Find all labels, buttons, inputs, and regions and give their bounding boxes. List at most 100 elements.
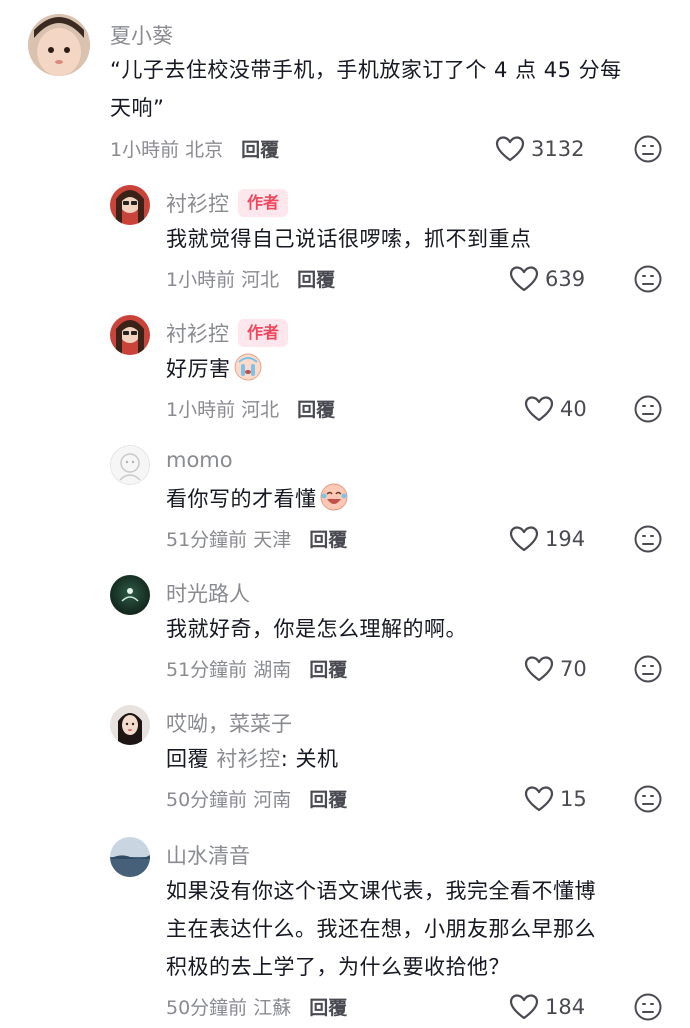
like-count: 184 (545, 995, 586, 1019)
comment-text-line: 好厉害 (166, 357, 231, 381)
location: 河北 (241, 399, 280, 421)
location: 河南 (253, 789, 292, 811)
heart-outline-icon (509, 994, 539, 1020)
username[interactable]: 衬衫控 作者 (166, 188, 289, 218)
reply-target-username[interactable]: 衬衫控 (216, 747, 281, 771)
crying-face-emoji (234, 353, 261, 381)
comment-text-line: 积极的去上学了，为什么要收拾他？ (166, 955, 510, 979)
comment-meta: 50分鐘前 江蘇 回覆 (166, 993, 347, 1020)
username[interactable]: momo (166, 448, 233, 472)
avatar[interactable] (110, 837, 150, 877)
comment-text: “儿子去住校没带手机，手机放家订了个 4 点 45 分每 天响” (110, 51, 670, 127)
comment-meta: 1小時前 河北 回覆 (166, 395, 335, 422)
timestamp: 51分鐘前 (166, 659, 248, 681)
location: 湖南 (253, 659, 292, 681)
avatar[interactable] (110, 315, 150, 355)
neutral-face-icon[interactable] (633, 134, 663, 164)
reply-button[interactable]: 回覆 (309, 789, 347, 811)
location: 天津 (253, 529, 292, 551)
heart-outline-icon (524, 786, 554, 812)
reply-button[interactable]: 回覆 (309, 529, 347, 551)
like-button[interactable]: 184 (509, 991, 585, 1023)
comment-item: 衬衫控 作者 好厉害 1小時前 河北 回覆 40 (0, 305, 690, 435)
comment-text-line: 主在表达什么。我还在想，小朋友那么早那么 (166, 917, 596, 941)
neutral-face-icon[interactable] (633, 654, 663, 684)
like-button[interactable]: 639 (509, 263, 585, 295)
neutral-face-icon[interactable] (633, 264, 663, 294)
reply-button[interactable]: 回覆 (309, 659, 347, 681)
heart-outline-icon (495, 136, 525, 162)
reply-button[interactable]: 回覆 (241, 139, 279, 161)
reply-button[interactable]: 回覆 (297, 269, 335, 291)
username[interactable]: 时光路人 (166, 578, 250, 608)
comment-text-line: 看你写的才看懂 (166, 487, 317, 511)
comment-text-line: 天响” (110, 96, 165, 120)
heart-outline-icon (524, 396, 554, 422)
like-button[interactable]: 3132 (495, 133, 584, 165)
comment-text-line: : 关机 (280, 747, 339, 771)
comment-text: 看你写的才看懂 (166, 480, 606, 518)
avatar[interactable] (110, 575, 150, 615)
comment-item: 哎呦，菜菜子 回覆 衬衫控: 关机 50分鐘前 河南 回覆 15 (0, 695, 690, 825)
username-text[interactable]: 衬衫控 (166, 188, 229, 218)
avatar[interactable] (110, 445, 150, 485)
comment-meta: 51分鐘前 湖南 回覆 (166, 655, 347, 682)
timestamp: 50分鐘前 (166, 997, 248, 1019)
username[interactable]: 衬衫控 作者 (166, 318, 289, 348)
reply-prefix: 回覆 (166, 747, 209, 771)
comment-text: 我就觉得自己说话很啰嗦，抓不到重点 (166, 220, 606, 258)
like-count: 194 (545, 527, 586, 551)
comment-text: 如果没有你这个语文课代表，我完全看不懂博 主在表达什么。我还在想，小朋友那么早那… (166, 872, 666, 986)
username[interactable]: 山水清音 (166, 840, 250, 870)
username[interactable]: 夏小葵 (110, 20, 173, 50)
username-text[interactable]: 时光路人 (166, 578, 250, 608)
like-count: 40 (560, 397, 587, 421)
neutral-face-icon[interactable] (633, 784, 663, 814)
comment-item: momo 看你写的才看懂 51分鐘前 天津 回覆 194 (0, 435, 690, 565)
like-count: 3132 (531, 137, 585, 161)
like-button[interactable]: 70 (524, 653, 587, 685)
comment-text-line: “儿子去住校没带手机，手机放家订了个 4 点 45 分每 (110, 58, 622, 82)
username-text[interactable]: 夏小葵 (110, 20, 173, 50)
like-button[interactable]: 15 (524, 783, 587, 815)
like-count: 639 (545, 267, 586, 291)
crying-laugh-emoji (320, 483, 347, 511)
comment-item: 衬衫控 作者 我就觉得自己说话很啰嗦，抓不到重点 1小時前 河北 回覆 639 (0, 175, 690, 305)
comment-text: 回覆 衬衫控: 关机 (166, 740, 606, 778)
like-button[interactable]: 40 (524, 393, 587, 425)
comment-item: 时光路人 我就好奇，你是怎么理解的啊。 51分鐘前 湖南 回覆 70 (0, 565, 690, 695)
like-button[interactable]: 194 (509, 523, 585, 555)
author-badge: 作者 (238, 189, 289, 217)
comment-text-line: 我就好奇，你是怎么理解的啊。 (166, 617, 467, 641)
comment-meta: 1小時前 河北 回覆 (166, 265, 335, 292)
username-text[interactable]: 山水清音 (166, 840, 250, 870)
comment-item: 夏小葵 “儿子去住校没带手机，手机放家订了个 4 点 45 分每 天响” 1小時… (0, 0, 690, 175)
avatar[interactable] (110, 705, 150, 745)
username[interactable]: 哎呦，菜菜子 (166, 708, 292, 738)
heart-outline-icon (509, 266, 539, 292)
timestamp: 51分鐘前 (166, 529, 248, 551)
timestamp: 1小時前 (166, 269, 236, 291)
comment-item: 山水清音 如果没有你这个语文课代表，我完全看不懂博 主在表达什么。我还在想，小朋… (0, 825, 690, 1028)
author-badge: 作者 (238, 319, 289, 347)
neutral-face-icon[interactable] (633, 992, 663, 1022)
comment-meta: 50分鐘前 河南 回覆 (166, 785, 347, 812)
reply-button[interactable]: 回覆 (297, 399, 335, 421)
avatar[interactable] (28, 14, 90, 76)
location: 北京 (185, 139, 224, 161)
neutral-face-icon[interactable] (633, 524, 663, 554)
neutral-face-icon[interactable] (633, 394, 663, 424)
username-text[interactable]: 哎呦，菜菜子 (166, 708, 292, 738)
username-text[interactable]: 衬衫控 (166, 318, 229, 348)
heart-outline-icon (524, 656, 554, 682)
reply-button[interactable]: 回覆 (309, 997, 347, 1019)
username-text[interactable]: momo (166, 448, 233, 472)
heart-outline-icon (509, 526, 539, 552)
comment-text-line: 如果没有你这个语文课代表，我完全看不懂博 (166, 879, 596, 903)
timestamp: 1小時前 (110, 139, 180, 161)
like-count: 70 (560, 657, 587, 681)
avatar[interactable] (110, 185, 150, 225)
comment-meta: 51分鐘前 天津 回覆 (166, 525, 347, 552)
location: 河北 (241, 269, 280, 291)
timestamp: 50分鐘前 (166, 789, 248, 811)
